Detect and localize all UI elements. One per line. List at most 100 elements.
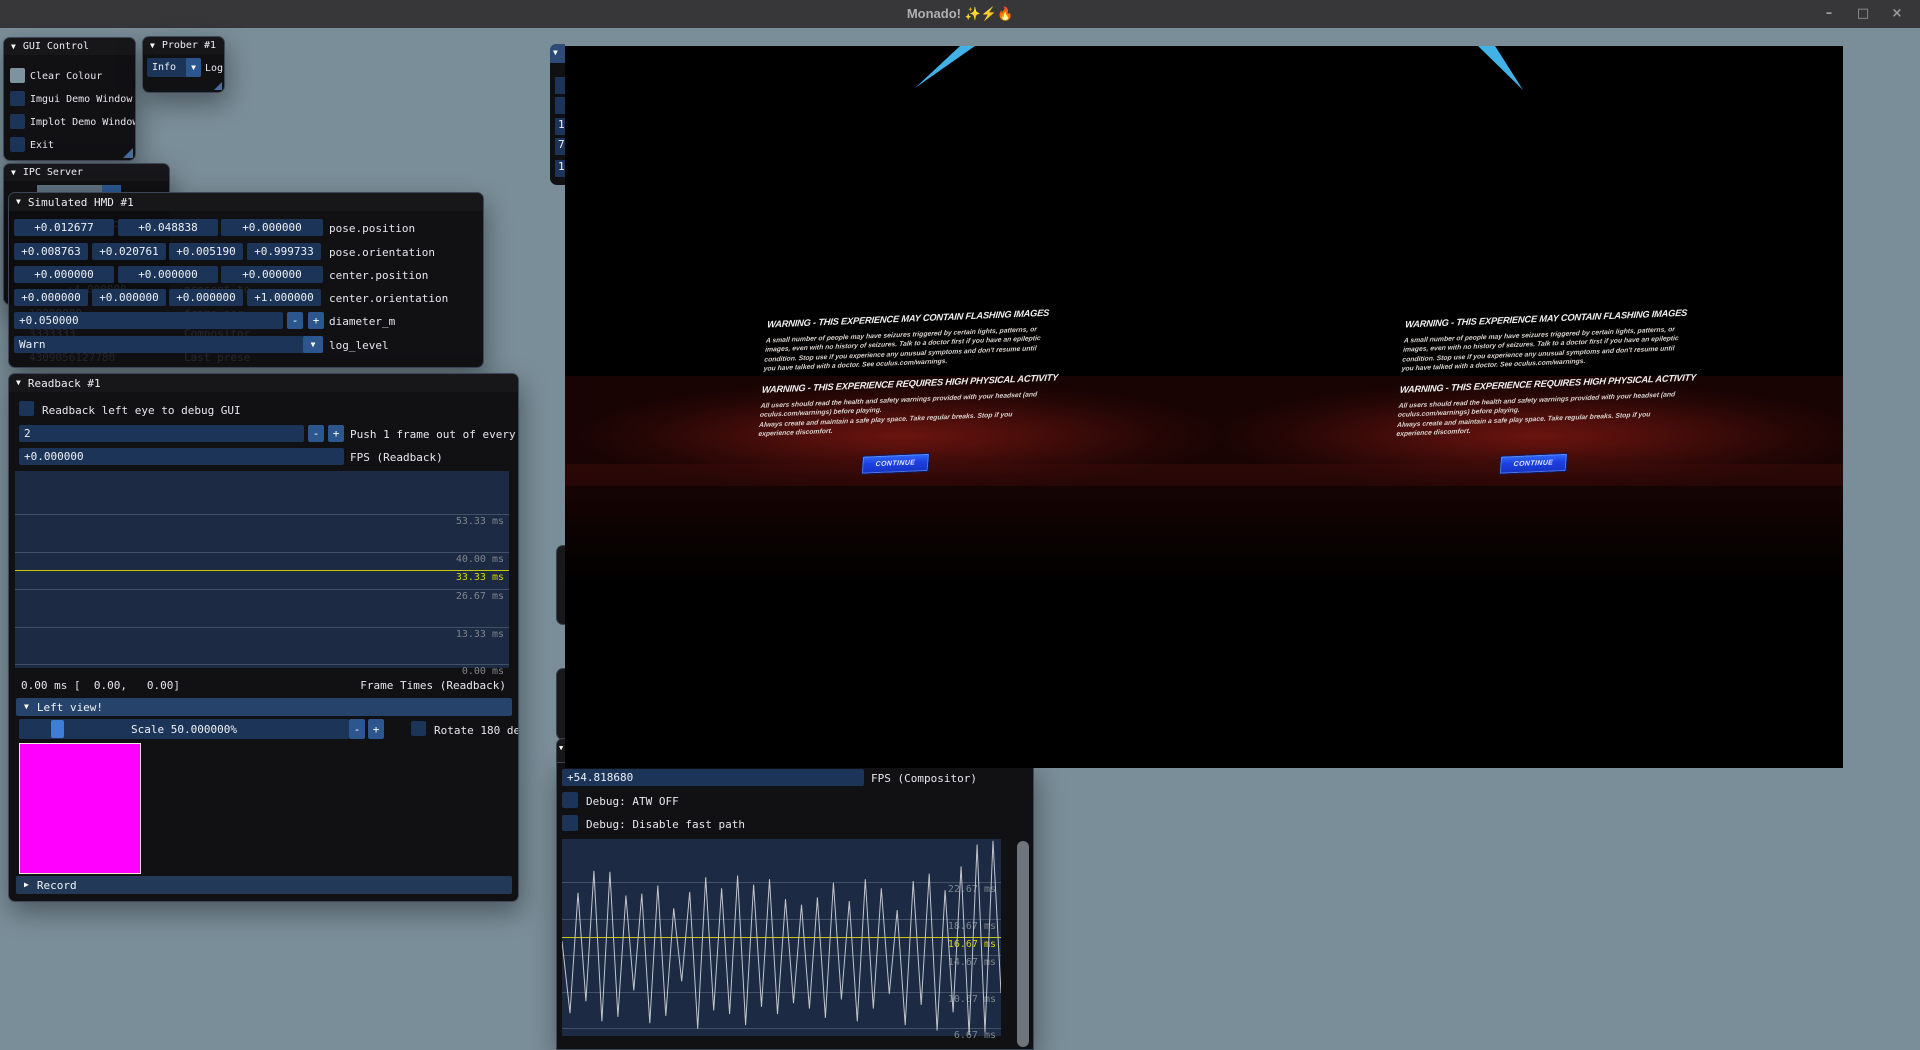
debug-atw-checkbox[interactable] bbox=[562, 792, 578, 808]
push-frames-input[interactable]: 2 bbox=[19, 425, 304, 442]
log-level-combo[interactable]: Warn bbox=[14, 336, 323, 353]
prober-title: Prober #1 bbox=[162, 40, 216, 51]
warning-paragraph: A small number of people may have seizur… bbox=[763, 325, 1046, 374]
center-orientation-y[interactable]: +0.000000 bbox=[92, 289, 166, 306]
plot-gridline bbox=[15, 570, 509, 571]
log-level-label: log_level bbox=[329, 340, 389, 352]
pose-position-y[interactable]: +0.048838 bbox=[118, 219, 218, 236]
simulated-hmd-window: ▼ Simulated HMD #1 exit on disconnect ru… bbox=[8, 192, 484, 368]
pose-position-z[interactable]: +0.000000 bbox=[221, 219, 323, 236]
simulated-hmd-title: Simulated HMD #1 bbox=[28, 196, 134, 209]
resize-grip-icon[interactable] bbox=[214, 82, 222, 90]
center-position-y[interactable]: +0.000000 bbox=[118, 266, 218, 283]
diameter-increment-button[interactable]: + bbox=[308, 312, 324, 329]
center-orientation-w[interactable]: +1.000000 bbox=[247, 289, 321, 306]
compositor-fps-value: +54.818680 bbox=[562, 769, 864, 786]
readback-plot-status: 0.00 ms [ 0.00, 0.00] bbox=[21, 680, 180, 692]
continue-button[interactable]: CONTINUE bbox=[1499, 453, 1568, 475]
scale-slider[interactable]: Scale 50.000000% bbox=[19, 719, 349, 739]
center-position-z[interactable]: +0.000000 bbox=[221, 266, 323, 283]
record-header-label: Record bbox=[37, 879, 77, 892]
vertical-scrollbar[interactable] bbox=[1017, 841, 1029, 1047]
imgui-demo-label[interactable]: Imgui Demo Window bbox=[30, 94, 132, 106]
readback-window: ▼ Readback #1 Readback left eye to debug… bbox=[8, 373, 519, 902]
scale-increment-button[interactable]: + bbox=[368, 719, 384, 739]
compositor-window: +54.818680 FPS (Compositor) Debug: ATW O… bbox=[556, 762, 1034, 1050]
light-streak bbox=[915, 46, 975, 88]
ipc-server-title: IPC Server bbox=[23, 167, 83, 178]
collapse-arrow-icon[interactable]: ▼ bbox=[16, 198, 21, 206]
compositor-fps-label: FPS (Compositor) bbox=[871, 773, 977, 785]
push-frames-increment-button[interactable]: + bbox=[328, 425, 344, 442]
pose-orientation-y[interactable]: +0.020761 bbox=[92, 243, 166, 260]
collapse-arrow-icon[interactable]: ▼ bbox=[11, 43, 16, 51]
gui-control-window: ▼ GUI Control Clear Colour Imgui Demo Wi… bbox=[3, 37, 136, 161]
collapse-arrow-icon[interactable]: ▼ bbox=[11, 169, 16, 177]
imgui-demo-checkbox[interactable] bbox=[10, 91, 25, 106]
plot-tick-label: 26.67 ms bbox=[456, 591, 504, 602]
pose-orientation-w[interactable]: +0.999733 bbox=[247, 243, 321, 260]
clear-colour-swatch[interactable] bbox=[10, 68, 25, 83]
readback-frame-times-plot: 53.33 ms40.00 ms33.33 ms26.67 ms13.33 ms… bbox=[15, 471, 509, 668]
left-view-header[interactable]: ▼ Left view! bbox=[16, 698, 512, 716]
minimize-button[interactable]: – bbox=[1817, 5, 1841, 23]
hidden-window-titlebar[interactable]: ▼ bbox=[550, 44, 565, 63]
maximize-button[interactable]: □ bbox=[1851, 5, 1875, 23]
close-button[interactable]: × bbox=[1885, 5, 1909, 23]
exit-label[interactable]: Exit bbox=[30, 140, 54, 152]
continue-button[interactable]: CONTINUE bbox=[861, 453, 930, 475]
left-view-header-label: Left view! bbox=[37, 701, 103, 714]
collapse-arrow-icon[interactable]: ▼ bbox=[16, 379, 21, 387]
rotate-180-checkbox[interactable] bbox=[411, 721, 426, 736]
record-header[interactable]: ▶ Record bbox=[16, 876, 512, 894]
chevron-down-icon: ▼ bbox=[311, 341, 316, 349]
scale-decrement-button[interactable]: - bbox=[349, 719, 365, 739]
diameter-label: diameter_m bbox=[329, 316, 395, 328]
os-titlebar[interactable]: Monado! ✨⚡🔥 – □ × bbox=[0, 0, 1920, 28]
center-orientation-x[interactable]: +0.000000 bbox=[14, 289, 88, 306]
combo-dropdown-button[interactable]: ▼ bbox=[186, 58, 201, 77]
plot-gridline bbox=[15, 552, 509, 553]
collapse-arrow-icon[interactable]: ▼ bbox=[150, 42, 155, 50]
plot-tick-label: 40.00 ms bbox=[456, 554, 504, 565]
window-title: Monado! ✨⚡🔥 bbox=[0, 6, 1920, 22]
hidden-widget bbox=[555, 97, 565, 114]
plot-tick-label: 53.33 ms bbox=[456, 516, 504, 527]
scale-slider-label: Scale 50.000000% bbox=[19, 723, 349, 736]
pose-position-label: pose.position bbox=[329, 223, 415, 235]
pose-position-x[interactable]: +0.012677 bbox=[14, 219, 114, 236]
chevron-down-icon: ▼ bbox=[191, 64, 196, 72]
log-level-value: Warn bbox=[19, 338, 46, 351]
gui-control-titlebar[interactable]: ▼ GUI Control bbox=[4, 38, 135, 55]
log-level-combo-value: Info bbox=[152, 62, 176, 73]
center-orientation-z[interactable]: +0.000000 bbox=[169, 289, 243, 306]
implot-demo-label[interactable]: Implot Demo Window bbox=[30, 117, 136, 129]
exit-checkbox[interactable] bbox=[10, 137, 25, 152]
implot-demo-checkbox[interactable] bbox=[10, 114, 25, 129]
readback-left-eye-checkbox[interactable] bbox=[19, 401, 34, 416]
clear-colour-label[interactable]: Clear Colour bbox=[30, 71, 102, 83]
center-position-x[interactable]: +0.000000 bbox=[14, 266, 114, 283]
plot-gridline bbox=[15, 664, 509, 665]
debug-fast-path-checkbox[interactable] bbox=[562, 815, 578, 831]
diameter-decrement-button[interactable]: - bbox=[287, 312, 303, 329]
pose-orientation-label: pose.orientation bbox=[329, 247, 435, 259]
compositor-mirror-view: WARNING - THIS EXPERIENCE MAY CONTAIN FL… bbox=[565, 46, 1843, 768]
debug-atw-label: Debug: ATW OFF bbox=[586, 796, 679, 808]
simulated-hmd-titlebar[interactable]: ▼ Simulated HMD #1 bbox=[9, 193, 483, 211]
ipc-server-titlebar[interactable]: ▼ IPC Server bbox=[4, 164, 169, 181]
readback-titlebar[interactable]: ▼ Readback #1 bbox=[9, 374, 518, 392]
resize-grip-icon[interactable] bbox=[123, 148, 133, 158]
prober-titlebar[interactable]: ▼ Prober #1 bbox=[143, 37, 224, 54]
warning-paragraph: A small number of people may have seizur… bbox=[1401, 325, 1684, 374]
pose-orientation-x[interactable]: +0.008763 bbox=[14, 243, 88, 260]
pose-orientation-z[interactable]: +0.005190 bbox=[169, 243, 243, 260]
log-button[interactable]: Log bbox=[205, 63, 223, 75]
push-frames-label: Push 1 frame out of every bbox=[350, 429, 516, 441]
plot-tick-label: 33.33 ms bbox=[456, 572, 504, 583]
log-level-dropdown-button[interactable]: ▼ bbox=[303, 336, 323, 353]
left-eye-warning-overlay: WARNING - THIS EXPERIENCE MAY CONTAIN FL… bbox=[755, 308, 1048, 480]
push-frames-decrement-button[interactable]: - bbox=[308, 425, 324, 442]
gui-control-title: GUI Control bbox=[23, 41, 89, 52]
diameter-input[interactable]: +0.050000 bbox=[14, 312, 283, 329]
